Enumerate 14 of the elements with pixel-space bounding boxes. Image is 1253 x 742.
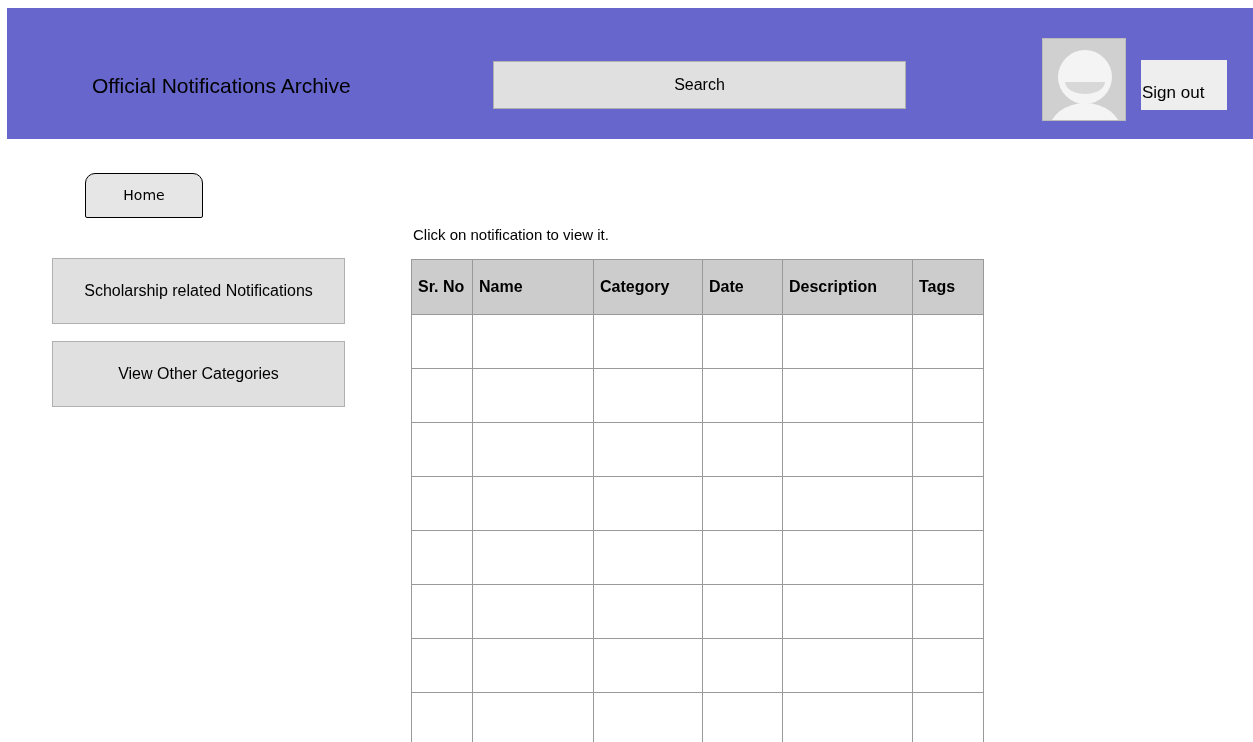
instruction-text: Click on notification to view it.: [413, 225, 610, 245]
column-header: Tags: [912, 259, 984, 314]
sidebar-button[interactable]: Scholarship related Notifications: [52, 258, 345, 324]
sidebar-button[interactable]: View Other Categories: [52, 341, 345, 407]
search-button[interactable]: Search: [493, 61, 906, 109]
column-header: Category: [593, 259, 703, 314]
column-header: Name: [472, 259, 594, 314]
avatar-icon: [1042, 38, 1126, 121]
column-header: Sr. No: [411, 259, 473, 314]
column-header: Description: [782, 259, 913, 314]
sign-out-button[interactable]: Sign out: [1141, 60, 1227, 110]
home-button[interactable]: Home: [85, 173, 203, 218]
app-title: Official Notifications Archive: [92, 73, 351, 100]
column-header: Date: [702, 259, 783, 314]
